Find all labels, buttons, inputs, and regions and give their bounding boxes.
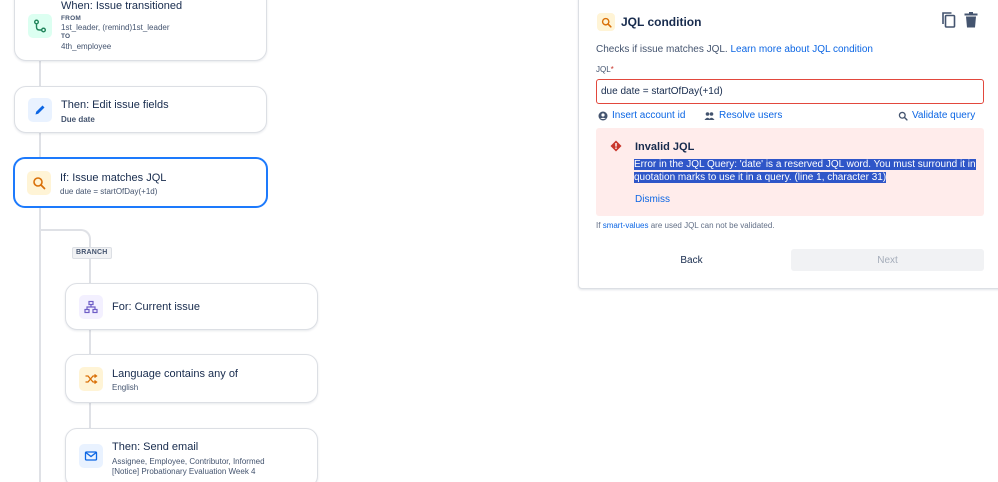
next-button[interactable]: Next	[791, 249, 984, 271]
mail-icon	[79, 444, 103, 468]
search-icon	[898, 111, 908, 121]
back-button[interactable]: Back	[595, 249, 788, 271]
transition-icon	[28, 14, 52, 38]
trigger-title: When: Issue transitioned	[61, 0, 183, 12]
flow-connector	[39, 60, 41, 86]
send-email-title: Then: Send email	[112, 441, 199, 453]
smart-values-note: If smart-values are used JQL can not be …	[596, 221, 775, 230]
jql-input[interactable]: due date = startOfDay(+1d)	[596, 79, 984, 104]
branch-icon	[79, 295, 103, 319]
error-icon	[610, 139, 622, 157]
flow-connector	[89, 403, 91, 428]
trigger-to-label: TO	[61, 33, 71, 40]
dismiss-link[interactable]: Dismiss	[635, 194, 670, 205]
smart-values-link[interactable]: smart-values	[603, 221, 649, 230]
validate-query-button[interactable]: Validate query	[898, 110, 975, 121]
search-icon	[27, 171, 51, 195]
pencil-icon	[28, 98, 52, 122]
send-email-recipients: Assignee, Employee, Contributor, Informe…	[112, 457, 265, 466]
shuffle-icon	[79, 367, 103, 391]
edit-fields-title: Then: Edit issue fields	[61, 99, 169, 111]
branch-tag: BRANCH	[72, 247, 112, 259]
delete-icon[interactable]	[963, 11, 979, 34]
for-current-issue-card[interactable]: For: Current issue	[65, 283, 318, 330]
language-condition-card[interactable]: Language contains any of English	[65, 354, 318, 403]
edit-fields-card[interactable]: Then: Edit issue fields Due date	[14, 86, 267, 133]
branch-connector	[39, 229, 91, 289]
flow-connector	[39, 133, 41, 157]
jql-condition-title: If: Issue matches JQL	[60, 172, 167, 184]
people-icon	[704, 111, 715, 120]
edit-fields-subtitle: Due date	[61, 115, 95, 124]
user-circle-icon	[598, 111, 608, 120]
trigger-from-value: 1st_leader, (remind)1st_leader	[61, 23, 170, 32]
trigger-from-label: FROM	[61, 15, 81, 22]
trigger-card[interactable]: When: Issue transitioned FROM 1st_leader…	[14, 0, 267, 61]
error-title: Invalid JQL	[635, 141, 695, 153]
panel-title: JQL condition	[621, 15, 702, 29]
jql-condition-subtitle: due date = startOfDay(+1d)	[60, 187, 158, 196]
insert-account-id-button[interactable]: Insert account id	[598, 110, 685, 121]
trigger-to-value: 4th_employee	[61, 42, 112, 51]
copy-icon[interactable]	[941, 11, 957, 34]
panel-actions	[941, 11, 979, 34]
search-icon	[597, 13, 615, 31]
language-condition-subtitle: English	[112, 383, 139, 392]
jql-field-label: JQL*	[596, 65, 614, 74]
error-message: Error in the JQL Query: 'date' is a rese…	[634, 159, 976, 183]
send-email-card[interactable]: Then: Send email Assignee, Employee, Con…	[65, 428, 318, 482]
panel-description: Checks if issue matches JQL. Learn more …	[596, 44, 873, 55]
learn-more-link[interactable]: Learn more about JQL condition	[731, 44, 874, 55]
send-email-subject: [Notice] Probationary Evaluation Week 4	[112, 467, 256, 476]
jql-condition-card[interactable]: If: Issue matches JQL due date = startOf…	[13, 157, 268, 208]
resolve-users-button[interactable]: Resolve users	[704, 110, 782, 121]
for-current-issue-title: For: Current issue	[112, 301, 201, 313]
flow-connector	[89, 330, 91, 354]
language-condition-title: Language contains any of	[112, 368, 238, 380]
